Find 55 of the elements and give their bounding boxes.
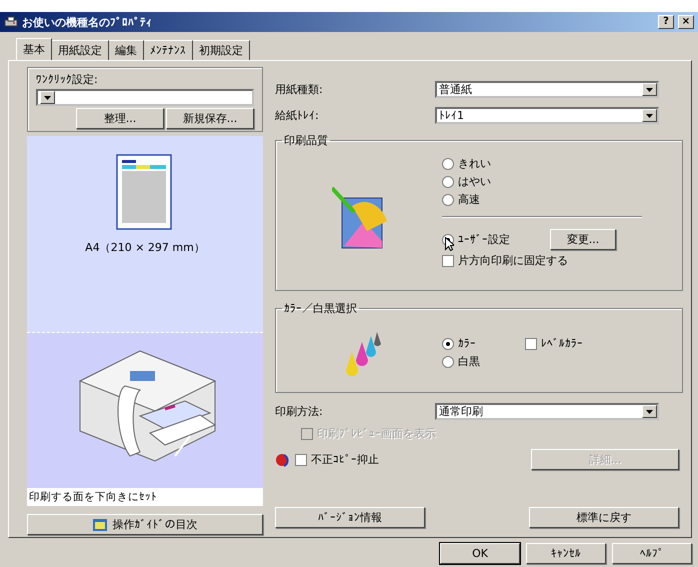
- caret-icon: [646, 88, 653, 92]
- tab[interactable]: ﾒﾝﾃﾅﾝｽ: [144, 40, 193, 60]
- dialog-button[interactable]: ﾍﾙﾌﾟ: [612, 543, 692, 564]
- window-icon: [92, 518, 106, 530]
- option-label: ﾚﾍﾞﾙｶﾗｰ: [541, 337, 583, 350]
- panel-button[interactable]: 整理...: [76, 108, 164, 129]
- caret-icon: [44, 96, 51, 100]
- dropdown[interactable]: 通常印刷: [435, 403, 659, 420]
- window-title: お使いの機種名のﾌﾟﾛﾊﾟﾃｨ: [22, 14, 153, 30]
- tab[interactable]: 用紙設定: [52, 40, 109, 60]
- option-label: はやい: [458, 174, 491, 189]
- dropdown[interactable]: 普通紙: [435, 81, 659, 98]
- option-label: 白黒: [458, 354, 480, 369]
- option-label: ｶﾗｰ: [458, 337, 476, 350]
- change-button[interactable]: 変更...: [550, 229, 616, 250]
- printer-icon: [4, 16, 18, 28]
- tab[interactable]: 編集: [109, 40, 144, 60]
- mouse-cursor-icon: [445, 237, 454, 251]
- field-label: 印刷方法:: [275, 404, 324, 419]
- option-label: きれい: [458, 156, 491, 171]
- page-thumbnail-icon: [116, 154, 174, 232]
- option-label: 片方向印刷に固定する: [458, 253, 568, 268]
- checkbox[interactable]: [442, 254, 454, 266]
- restore-defaults-button[interactable]: 標準に戻す: [529, 507, 679, 528]
- radio-button[interactable]: [442, 194, 454, 206]
- dialog-button[interactable]: OK: [440, 543, 520, 564]
- dropdown[interactable]: [36, 89, 254, 106]
- tab[interactable]: 基本: [16, 38, 52, 60]
- field-label: 用紙種類:: [275, 82, 324, 97]
- field-label: 給紙ﾄﾚｲ:: [275, 108, 320, 123]
- radio-button[interactable]: [442, 338, 454, 350]
- option-label: ﾕｰｻﾞｰ設定: [458, 232, 510, 247]
- version-button[interactable]: ﾊﾞｰｼﾞｮﾝ情報: [275, 507, 425, 528]
- dropdown[interactable]: ﾄﾚｲ1: [435, 107, 659, 124]
- panel-button[interactable]: 新規保存...: [166, 108, 254, 129]
- dialog-button[interactable]: ｷｬﾝｾﾙ: [526, 543, 606, 564]
- checkbox[interactable]: [295, 454, 307, 466]
- group-title: 印刷品質: [283, 133, 329, 148]
- close-button[interactable]: ×: [678, 15, 694, 29]
- caret-icon: [646, 410, 653, 414]
- tab[interactable]: 初期設定: [193, 40, 250, 60]
- radio-button[interactable]: [442, 356, 454, 368]
- option-label: 不正ｺﾋﾟｰ抑止: [311, 452, 379, 467]
- one-click-label: ﾜﾝｸﾘｯｸ設定:: [36, 72, 99, 87]
- guide-caption: 印刷する面を下向きにｾｯﾄ: [27, 488, 263, 506]
- group-title: ｶﾗｰ／白黒選択: [283, 301, 358, 316]
- help-button[interactable]: ?: [658, 15, 674, 29]
- guide-button[interactable]: 操作ｶﾞｲﾄﾞの目次: [27, 514, 263, 535]
- option-label: 高速: [458, 192, 480, 207]
- guard-icon: [275, 452, 291, 466]
- caret-icon: [646, 114, 653, 118]
- paper-size-label: A4（210 × 297 mm）: [85, 240, 205, 255]
- radio-button[interactable]: [442, 176, 454, 188]
- radio-button[interactable]: [442, 158, 454, 170]
- checkbox[interactable]: [525, 338, 537, 350]
